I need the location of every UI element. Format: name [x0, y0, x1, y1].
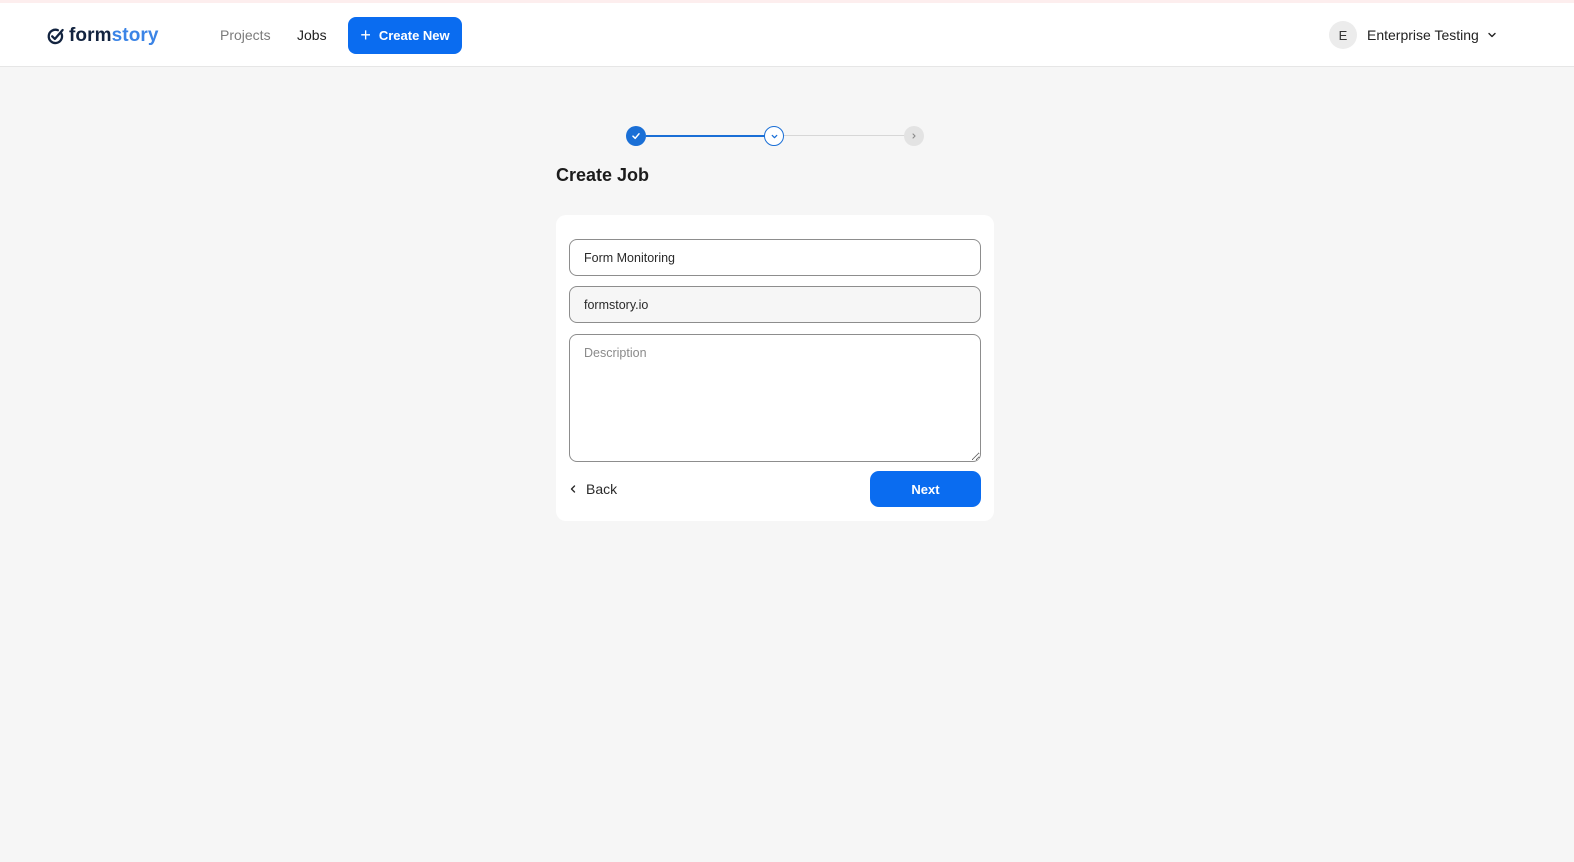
step-completed[interactable] [626, 126, 646, 146]
chevron-left-icon [570, 485, 576, 493]
user-menu[interactable]: E Enterprise Testing [1329, 21, 1497, 49]
chevron-right-icon [912, 133, 916, 139]
nav-jobs-link[interactable]: Jobs [297, 27, 327, 43]
logo-text-form: form [69, 25, 112, 46]
create-new-label: Create New [378, 28, 450, 43]
job-name-input[interactable] [569, 239, 981, 276]
description-textarea[interactable] [569, 334, 981, 462]
nav-projects-link[interactable]: Projects [220, 27, 271, 43]
page-title: Create Job [556, 165, 650, 185]
logo-text-story: story [111, 25, 159, 46]
progress-stepper [626, 126, 924, 146]
avatar: E [1329, 21, 1357, 49]
app-header: formstory Projects Jobs + Create New E E… [0, 3, 1574, 67]
check-icon [632, 133, 640, 140]
step-current[interactable] [764, 126, 784, 146]
create-new-button[interactable]: + Create New [348, 17, 462, 54]
next-button[interactable]: Next [870, 471, 981, 507]
back-button[interactable]: Back [569, 477, 617, 501]
logo-wordmark: formstory [69, 25, 159, 47]
create-job-form: Back Next [556, 215, 994, 521]
back-label: Back [586, 481, 618, 497]
logo-icon [47, 28, 64, 44]
step-upcoming[interactable] [904, 126, 924, 146]
stepper-line-upcoming [784, 135, 910, 136]
job-url-input[interactable] [569, 286, 981, 323]
stepper-line-completed [646, 135, 776, 137]
formstory-logo[interactable]: formstory [46, 23, 159, 49]
user-name: Enterprise Testing [1367, 27, 1479, 43]
chevron-down-icon [1488, 32, 1496, 38]
chevron-down-icon [771, 134, 777, 138]
plus-icon: + [360, 25, 371, 45]
